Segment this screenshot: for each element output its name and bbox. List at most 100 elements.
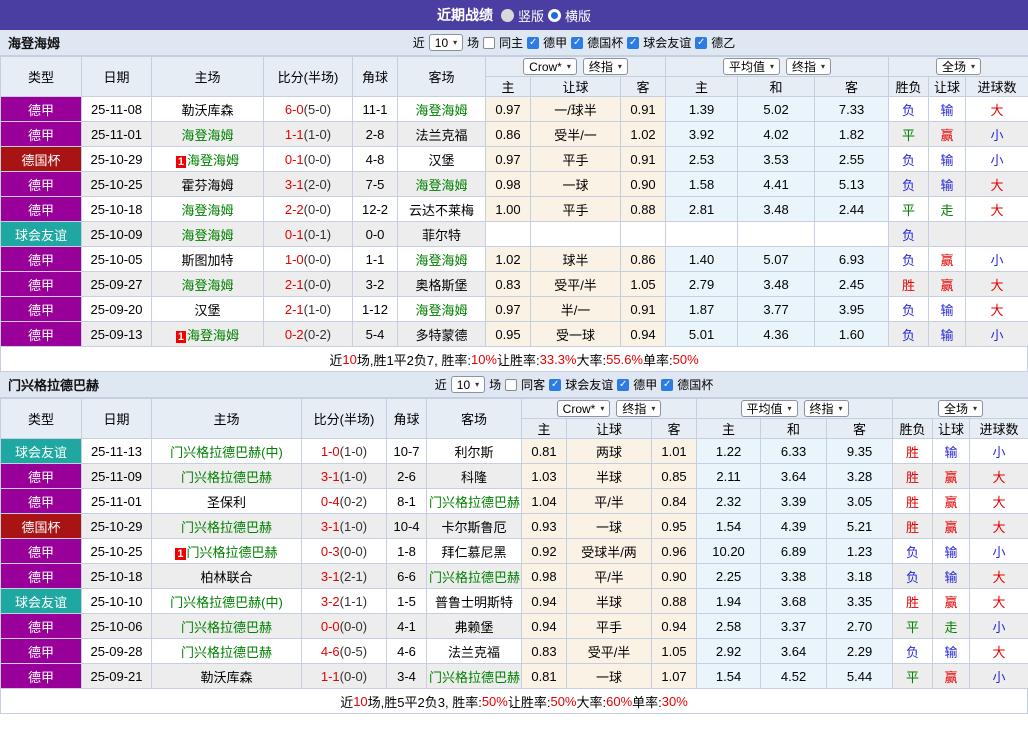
league-filter-checkbox[interactable]: ✓ bbox=[527, 37, 539, 49]
away-team-cell: 普鲁士明斯特 bbox=[427, 589, 522, 614]
away-team-name: 海登海姆 bbox=[415, 178, 467, 193]
corner-cell: 0-0 bbox=[353, 222, 398, 247]
odds-home-cell: 1.00 bbox=[486, 197, 531, 222]
result-goals-cell bbox=[966, 222, 1028, 247]
corner-cell: 1-8 bbox=[387, 539, 427, 564]
scope-select-value: 全场 bbox=[944, 400, 968, 417]
date-cell: 25-11-09 bbox=[82, 464, 152, 489]
odds-source-select[interactable]: Crow*▾ bbox=[523, 58, 577, 75]
team-filter-bar: 海登海姆近10▾场同主✓德甲✓德国杯✓球会友谊✓德乙 bbox=[0, 30, 1028, 56]
corner-cell: 4-8 bbox=[353, 147, 398, 172]
team-name: 海登海姆 bbox=[8, 33, 60, 52]
odds-final-select-value: 终指 bbox=[589, 58, 613, 75]
summary-text: 场,胜1平2负7, 胜率: bbox=[357, 350, 471, 369]
odds-final-select[interactable]: 终指▾ bbox=[583, 58, 628, 75]
league-filter-checkbox[interactable]: ✓ bbox=[549, 379, 561, 391]
games-label: 场 bbox=[467, 34, 479, 51]
result-goals-cell: 大 bbox=[970, 639, 1028, 664]
halftime-score: (0-2) bbox=[340, 494, 367, 509]
date-cell: 25-11-13 bbox=[82, 439, 152, 464]
handicap-cell: 半球 bbox=[567, 464, 652, 489]
handicap-cell: 一球 bbox=[567, 514, 652, 539]
league-badge: 球会友谊 bbox=[1, 439, 82, 464]
subcolumn-header: 胜负 bbox=[893, 419, 933, 439]
column-header: 类型 bbox=[1, 399, 82, 439]
chevron-down-icon: ▾ bbox=[973, 405, 977, 413]
odds-final-select[interactable]: 终指▾ bbox=[616, 400, 661, 417]
average-final-select[interactable]: 终指▾ bbox=[786, 58, 831, 75]
result-text: 负 bbox=[902, 153, 915, 168]
result-goals-cell: 小 bbox=[970, 439, 1028, 464]
avg-draw-cell: 3.64 bbox=[761, 639, 827, 664]
result-goals-cell: 小 bbox=[970, 614, 1028, 639]
result-text: 小 bbox=[991, 328, 1004, 343]
horizontal-layout-radio[interactable] bbox=[548, 9, 561, 22]
home-team-name: 斯图加特 bbox=[181, 253, 233, 268]
handicap-cell: 受平/半 bbox=[567, 639, 652, 664]
vertical-layout-radio[interactable] bbox=[501, 9, 514, 22]
away-team-cell: 海登海姆 bbox=[398, 247, 486, 272]
fulltime-score: 3-1 bbox=[285, 177, 304, 192]
team-filter-bar: 门兴格拉德巴赫近10▾场同客✓球会友谊✓德甲✓德国杯 bbox=[0, 372, 1028, 398]
subcolumn-header: 客 bbox=[827, 419, 893, 439]
result-winloss-cell: 胜 bbox=[893, 464, 933, 489]
league-filter-label: 球会友谊 bbox=[643, 34, 691, 51]
score-cell: 0-1(0-0) bbox=[264, 147, 353, 172]
result-goals-cell: 大 bbox=[970, 589, 1028, 614]
result-goals-cell: 大 bbox=[966, 297, 1028, 322]
odds-away-cell: 0.94 bbox=[652, 614, 697, 639]
league-filter-checkbox[interactable]: ✓ bbox=[627, 37, 639, 49]
average-select[interactable]: 平均值▾ bbox=[741, 400, 798, 417]
scope-select[interactable]: 全场▾ bbox=[936, 58, 981, 75]
result-goals-cell: 大 bbox=[966, 197, 1028, 222]
league-filter-checkbox[interactable]: ✓ bbox=[571, 37, 583, 49]
league-filter-label: 德国杯 bbox=[677, 376, 713, 393]
corner-cell: 2-8 bbox=[353, 122, 398, 147]
same-venue-checkbox[interactable] bbox=[505, 379, 517, 391]
games-label: 场 bbox=[489, 376, 501, 393]
score-cell: 0-0(0-0) bbox=[302, 614, 387, 639]
league-filter-label: 德甲 bbox=[633, 376, 657, 393]
avg-home-cell: 1.87 bbox=[666, 297, 738, 322]
league-filter-checkbox[interactable]: ✓ bbox=[661, 379, 673, 391]
league-filter-checkbox[interactable]: ✓ bbox=[617, 379, 629, 391]
subcolumn-header: 主 bbox=[522, 419, 567, 439]
corner-cell: 3-4 bbox=[387, 664, 427, 689]
odds-source-select[interactable]: Crow*▾ bbox=[557, 400, 611, 417]
home-team-cell: 海登海姆 bbox=[152, 122, 264, 147]
result-handicap-cell: 输 bbox=[929, 297, 966, 322]
odds-away-cell: 0.85 bbox=[652, 464, 697, 489]
match-count-select[interactable]: 10▾ bbox=[451, 376, 485, 393]
result-winloss-cell: 平 bbox=[889, 122, 929, 147]
halftime-score: (0-0) bbox=[304, 277, 331, 292]
home-team-cell: 1海登海姆 bbox=[152, 322, 264, 347]
date-cell: 25-09-20 bbox=[82, 297, 152, 322]
result-handicap-cell: 输 bbox=[933, 564, 970, 589]
date-cell: 25-11-08 bbox=[82, 97, 152, 122]
subcolumn-header: 主 bbox=[697, 419, 761, 439]
fulltime-score: 0-2 bbox=[285, 327, 304, 342]
result-handicap-cell: 赢 bbox=[933, 589, 970, 614]
result-handicap-cell: 赢 bbox=[933, 489, 970, 514]
league-filter-checkbox[interactable]: ✓ bbox=[695, 37, 707, 49]
result-handicap-cell: 赢 bbox=[933, 664, 970, 689]
home-team-name: 门兴格拉德巴赫(中) bbox=[170, 445, 283, 460]
away-team-cell: 汉堡 bbox=[398, 147, 486, 172]
home-team-name: 门兴格拉德巴赫 bbox=[187, 545, 278, 560]
summary-stat-value: 50% bbox=[673, 352, 699, 367]
average-final-select[interactable]: 终指▾ bbox=[804, 400, 849, 417]
average-select[interactable]: 平均值▾ bbox=[723, 58, 780, 75]
result-handicap-cell: 走 bbox=[929, 197, 966, 222]
match-count-select[interactable]: 10▾ bbox=[429, 34, 463, 51]
scope-select[interactable]: 全场 ▾ bbox=[938, 400, 983, 417]
avg-home-cell: 1.22 bbox=[697, 439, 761, 464]
handicap-cell: 一球 bbox=[531, 172, 621, 197]
header-row-groups: 类型日期主场比分(半场)角球客场Crow*▾终指▾平均值▾终指▾全场▾ bbox=[1, 57, 1028, 77]
result-text: 大 bbox=[993, 645, 1006, 660]
halftime-score: (1-0) bbox=[340, 444, 367, 459]
fulltime-score: 0-3 bbox=[321, 544, 340, 559]
avg-away-cell: 1.60 bbox=[815, 322, 889, 347]
match-row: 德甲25-11-09门兴格拉德巴赫3-1(1-0)2-6科隆1.03半球0.85… bbox=[1, 464, 1028, 489]
same-venue-checkbox[interactable] bbox=[483, 37, 495, 49]
result-text: 输 bbox=[945, 545, 958, 560]
